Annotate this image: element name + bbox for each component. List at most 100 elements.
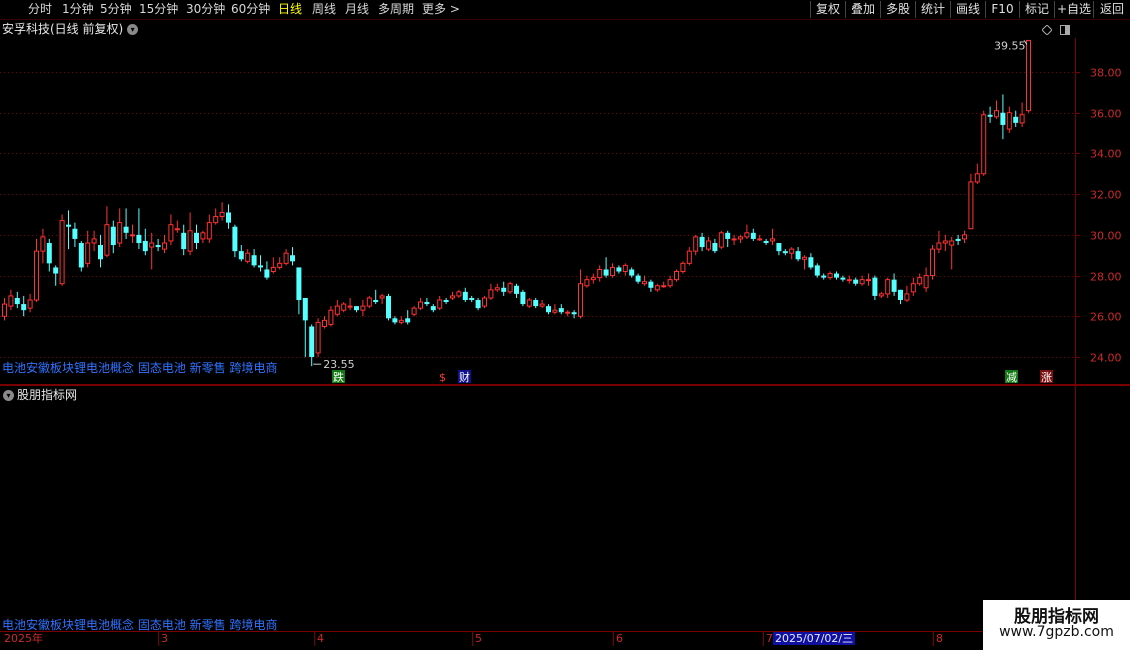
- event-marker[interactable]: 跌: [333, 370, 344, 384]
- candle-down: [1013, 116, 1019, 123]
- chart-title-row: 安孚科技(日线 前复权) ▾: [2, 21, 139, 37]
- candle-up: [117, 222, 123, 244]
- overlay-button[interactable]: 叠加: [845, 1, 880, 18]
- candle-down: [955, 238, 961, 241]
- candle-up: [168, 224, 174, 242]
- candle-up: [334, 305, 340, 315]
- ytick-label: 38.00: [1090, 67, 1122, 80]
- diamond-icon[interactable]: [1042, 25, 1052, 35]
- candle-down: [776, 243, 782, 252]
- candle-down: [290, 255, 295, 262]
- candle-up: [2, 303, 7, 317]
- back-button[interactable]: 返回: [1093, 1, 1130, 18]
- candle-down: [155, 245, 161, 248]
- date-label-aug: 8: [936, 632, 943, 645]
- candle-down: [405, 318, 411, 323]
- candle-up: [456, 291, 462, 297]
- draw-line-button[interactable]: 画线: [950, 1, 985, 18]
- period-tab-daily[interactable]: 日线: [278, 1, 302, 18]
- candle-up: [930, 248, 935, 277]
- candle-up: [757, 238, 763, 241]
- candle-down: [123, 226, 129, 233]
- candle-up: [8, 295, 14, 307]
- candle-up: [507, 283, 513, 293]
- period-tab-1min[interactable]: 1分钟: [62, 1, 94, 18]
- candle-down: [808, 257, 814, 268]
- mark-button[interactable]: 标记: [1019, 1, 1054, 18]
- date-label-2025: 2025年: [4, 632, 43, 645]
- add-watchlist-button[interactable]: +自选: [1054, 1, 1093, 18]
- candle-down: [469, 297, 475, 300]
- restore-rights-button[interactable]: 复权: [810, 1, 845, 18]
- candle-up: [40, 236, 46, 252]
- candle-down: [616, 267, 622, 272]
- candle-down: [546, 306, 551, 313]
- date-label-may: 5: [475, 632, 482, 645]
- candle-up: [245, 252, 251, 262]
- candle-down: [14, 297, 20, 305]
- period-tab-multi[interactable]: 多周期: [378, 1, 414, 18]
- panel-toggle-icon[interactable]: [1060, 25, 1070, 35]
- candle-down: [501, 287, 507, 292]
- candle-down: [264, 269, 270, 278]
- candle-down: [110, 226, 116, 246]
- indicator-pane[interactable]: [0, 384, 1130, 632]
- candle-up: [277, 262, 283, 268]
- candle-up: [859, 279, 865, 285]
- period-tab-30min[interactable]: 30分钟: [186, 1, 225, 18]
- candle-down: [1000, 112, 1006, 125]
- date-tick: [472, 632, 473, 646]
- period-tab-more[interactable]: 更多 >: [422, 1, 460, 18]
- event-marker[interactable]: 涨: [1041, 371, 1052, 384]
- candlestick-chart[interactable]: 24.00 26.00 28.00 30.00 32.00 34.00 36.00 38.00…: [0, 38, 1130, 386]
- ytick-label: 26.00: [1090, 311, 1122, 324]
- event-marker[interactable]: 财: [459, 370, 470, 384]
- candle-down: [514, 285, 519, 294]
- statistics-button[interactable]: 统计: [915, 1, 950, 18]
- period-tab-fenshi[interactable]: 分时: [28, 1, 52, 18]
- candle-up: [846, 279, 852, 282]
- candle-up: [270, 266, 276, 273]
- candle-up: [866, 279, 871, 282]
- event-marker[interactable]: $: [439, 371, 446, 384]
- candle-down: [821, 275, 827, 278]
- top-toolbar: 分时 1分钟 5分钟 15分钟 30分钟 60分钟 日线 周线 月线 多周期 更…: [0, 0, 1130, 20]
- candle-down: [53, 267, 59, 274]
- multi-stock-button[interactable]: 多股: [880, 1, 915, 18]
- period-tab-60min[interactable]: 60分钟: [231, 1, 270, 18]
- f10-button[interactable]: F10: [985, 1, 1019, 18]
- candle-up: [85, 242, 91, 264]
- chevron-down-icon[interactable]: ▾: [127, 24, 139, 35]
- event-marker[interactable]: 减: [1006, 371, 1017, 384]
- candle-up: [347, 305, 353, 308]
- date-tick: [314, 632, 315, 646]
- candle-up: [654, 285, 660, 291]
- candle-up: [418, 301, 423, 309]
- candle-down: [232, 226, 238, 252]
- candle-up: [130, 234, 135, 237]
- ytick-label: 34.00: [1090, 148, 1122, 161]
- candle-down: [142, 240, 148, 252]
- period-tab-5min[interactable]: 5分钟: [100, 1, 132, 18]
- candle-down: [533, 300, 539, 307]
- candle-down: [782, 251, 788, 254]
- ytick-label: 30.00: [1090, 230, 1122, 243]
- period-tab-monthly[interactable]: 月线: [345, 1, 369, 18]
- candle-down: [763, 240, 769, 243]
- period-tab-15min[interactable]: 15分钟: [139, 1, 178, 18]
- candle-up: [552, 309, 558, 313]
- candle-down: [853, 279, 859, 284]
- candle-down: [750, 232, 756, 239]
- date-tick: [763, 632, 764, 646]
- candle-up: [1026, 39, 1031, 112]
- candle-up: [680, 262, 686, 273]
- candle-down: [987, 114, 993, 117]
- candle-down: [840, 277, 846, 280]
- candle-up: [187, 230, 193, 252]
- candle-up: [322, 319, 327, 327]
- candle-down: [725, 232, 731, 239]
- period-tab-weekly[interactable]: 周线: [312, 1, 336, 18]
- candle-down: [98, 245, 103, 260]
- candle-up: [360, 305, 366, 311]
- candle-down: [238, 251, 244, 260]
